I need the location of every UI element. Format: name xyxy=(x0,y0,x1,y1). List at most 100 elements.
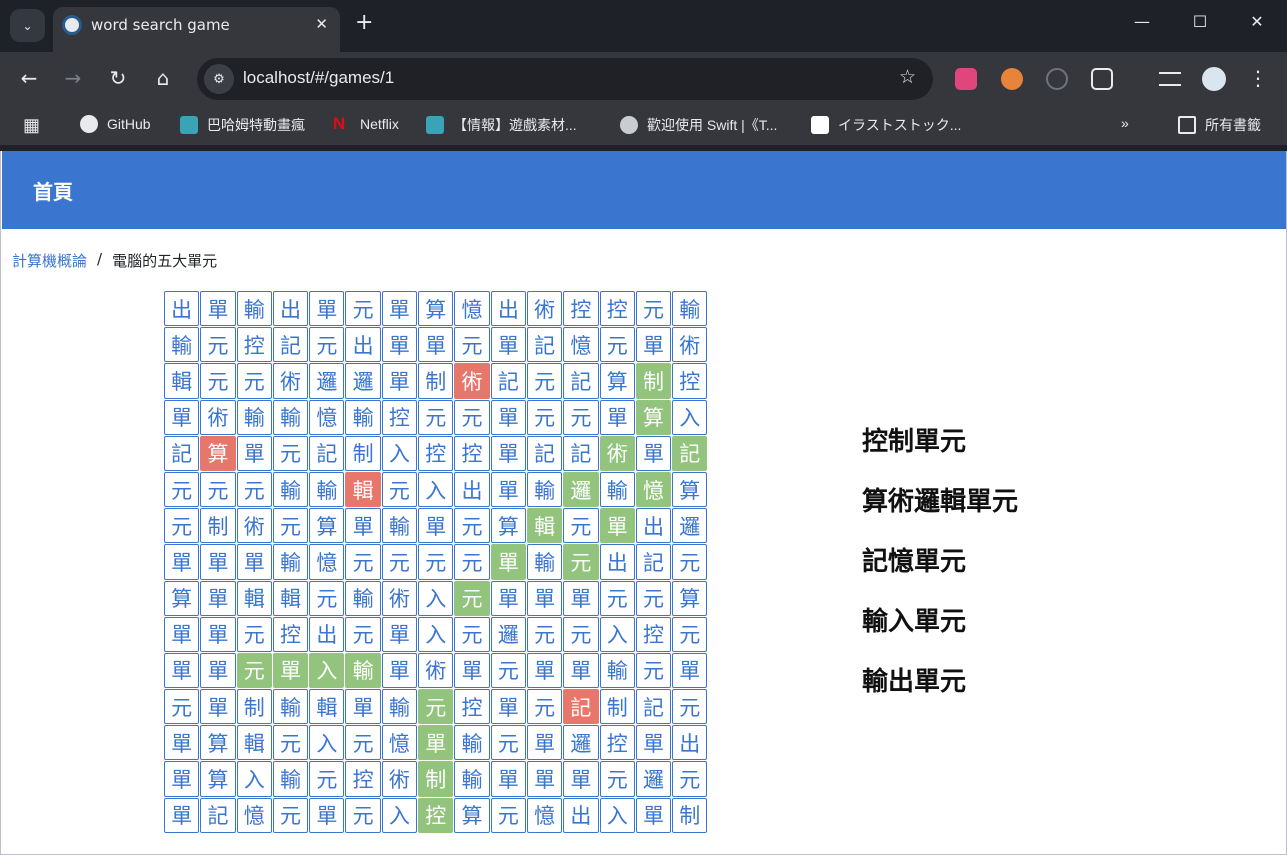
grid-cell[interactable]: 憶 xyxy=(236,797,272,833)
grid-cell[interactable]: 出 xyxy=(672,725,708,761)
grid-cell[interactable]: 單 xyxy=(490,580,526,616)
translate-extension-icon[interactable] xyxy=(955,68,977,90)
grid-cell[interactable]: 元 xyxy=(454,327,490,363)
grid-cell[interactable]: 輸 xyxy=(381,689,418,725)
grid-cell[interactable]: 單 xyxy=(236,435,272,471)
grid-cell[interactable]: 記 xyxy=(563,435,599,471)
grid-cell[interactable]: 入 xyxy=(599,616,635,652)
grid-cell[interactable]: 單 xyxy=(490,471,526,508)
grid-cell[interactable]: 單 xyxy=(164,399,200,435)
grid-cell[interactable]: 元 xyxy=(236,616,272,652)
grid-cell[interactable]: 制 xyxy=(599,689,635,725)
grid-cell[interactable]: 元 xyxy=(381,471,418,508)
grid-cell[interactable]: 算 xyxy=(672,580,708,616)
grid-cell[interactable]: 入 xyxy=(381,435,418,471)
grid-cell[interactable]: 單 xyxy=(490,327,526,363)
grid-cell[interactable]: 元 xyxy=(454,508,490,544)
grid-cell[interactable]: 控 xyxy=(272,616,309,652)
grid-cell[interactable]: 術 xyxy=(200,399,236,435)
grid-cell[interactable]: 單 xyxy=(563,580,599,616)
grid-cell[interactable]: 元 xyxy=(200,363,236,399)
bookmark-github[interactable]: GitHub xyxy=(80,115,151,133)
grid-cell[interactable]: 元 xyxy=(309,761,345,797)
grid-cell[interactable]: 元 xyxy=(599,761,635,797)
grid-cell[interactable]: 輯 xyxy=(345,471,381,508)
grid-cell[interactable]: 入 xyxy=(418,580,454,616)
grid-cell[interactable]: 單 xyxy=(345,689,381,725)
grid-cell[interactable]: 單 xyxy=(672,652,708,689)
grid-cell[interactable]: 出 xyxy=(635,508,672,544)
grid-cell[interactable]: 單 xyxy=(635,435,672,471)
grid-cell[interactable]: 元 xyxy=(236,471,272,508)
grid-cell[interactable]: 元 xyxy=(200,327,236,363)
grid-cell[interactable]: 記 xyxy=(563,363,599,399)
grid-cell[interactable]: 單 xyxy=(599,399,635,435)
reload-button[interactable]: ↻ xyxy=(106,66,130,90)
address-bar[interactable]: ⚙ localhost/#/games/1 ☆ xyxy=(197,58,933,100)
grid-cell[interactable]: 算 xyxy=(635,399,672,435)
grid-cell[interactable]: 控 xyxy=(454,689,490,725)
grid-cell[interactable]: 單 xyxy=(345,508,381,544)
grid-cell[interactable]: 單 xyxy=(381,327,418,363)
grid-cell[interactable]: 算 xyxy=(200,761,236,797)
grid-cell[interactable]: 輸 xyxy=(164,327,200,363)
grid-cell[interactable]: 入 xyxy=(309,725,345,761)
grid-cell[interactable]: 元 xyxy=(236,652,272,689)
grid-cell[interactable]: 元 xyxy=(345,797,381,833)
grid-cell[interactable]: 單 xyxy=(490,544,526,580)
url-text[interactable]: localhost/#/games/1 xyxy=(243,68,394,88)
avatar[interactable] xyxy=(1202,67,1226,91)
apps-grid-icon[interactable]: ▦ xyxy=(23,115,40,136)
grid-cell[interactable]: 輯 xyxy=(236,580,272,616)
grid-cell[interactable]: 單 xyxy=(490,761,526,797)
grid-cell[interactable]: 元 xyxy=(418,399,454,435)
grid-cell[interactable]: 單 xyxy=(418,508,454,544)
grid-cell[interactable]: 單 xyxy=(200,652,236,689)
bookmark-bahamut[interactable]: 巴哈姆特動畫瘋 xyxy=(180,115,305,135)
grid-cell[interactable]: 輸 xyxy=(236,399,272,435)
grid-cell[interactable]: 制 xyxy=(345,435,381,471)
grid-cell[interactable]: 輸 xyxy=(381,508,418,544)
grid-cell[interactable]: 單 xyxy=(164,761,200,797)
grid-cell[interactable]: 術 xyxy=(454,363,490,399)
grid-cell[interactable]: 元 xyxy=(309,327,345,363)
grid-cell[interactable]: 記 xyxy=(309,435,345,471)
grid-cell[interactable]: 輯 xyxy=(526,508,563,544)
grid-cell[interactable]: 輸 xyxy=(672,291,708,327)
grid-cell[interactable]: 元 xyxy=(563,508,599,544)
grid-cell[interactable]: 術 xyxy=(381,580,418,616)
grid-cell[interactable]: 單 xyxy=(164,652,200,689)
media-controls-icon[interactable] xyxy=(1159,72,1181,86)
grid-cell[interactable]: 算 xyxy=(309,508,345,544)
grid-cell[interactable]: 元 xyxy=(563,616,599,652)
grid-cell[interactable]: 輸 xyxy=(454,725,490,761)
home-link[interactable]: 首頁 xyxy=(33,176,73,205)
grid-cell[interactable]: 單 xyxy=(490,689,526,725)
grid-cell[interactable]: 憶 xyxy=(563,327,599,363)
bookmark-star-icon[interactable]: ☆ xyxy=(899,66,916,88)
grid-cell[interactable]: 單 xyxy=(418,725,454,761)
grid-cell[interactable]: 單 xyxy=(200,291,236,327)
grid-cell[interactable]: 控 xyxy=(381,399,418,435)
grid-cell[interactable]: 元 xyxy=(599,580,635,616)
grid-cell[interactable]: 憶 xyxy=(454,291,490,327)
grid-cell[interactable]: 輸 xyxy=(599,652,635,689)
grid-cell[interactable]: 輸 xyxy=(236,291,272,327)
grid-cell[interactable]: 元 xyxy=(490,652,526,689)
menu-kebab-icon[interactable]: ⋮ xyxy=(1246,66,1270,90)
grid-cell[interactable]: 控 xyxy=(563,291,599,327)
grid-cell[interactable]: 單 xyxy=(381,616,418,652)
grid-cell[interactable]: 元 xyxy=(635,580,672,616)
grid-cell[interactable]: 算 xyxy=(599,363,635,399)
grid-cell[interactable]: 元 xyxy=(490,797,526,833)
grid-cell[interactable]: 術 xyxy=(672,327,708,363)
grid-cell[interactable]: 算 xyxy=(164,580,200,616)
grid-cell[interactable]: 邏 xyxy=(309,363,345,399)
grid-cell[interactable]: 輸 xyxy=(272,761,309,797)
grid-cell[interactable]: 單 xyxy=(200,689,236,725)
close-window-button[interactable]: ✕ xyxy=(1245,12,1269,31)
grid-cell[interactable]: 出 xyxy=(345,327,381,363)
grid-cell[interactable]: 入 xyxy=(309,652,345,689)
grid-cell[interactable]: 輸 xyxy=(309,471,345,508)
grid-cell[interactable]: 術 xyxy=(599,435,635,471)
